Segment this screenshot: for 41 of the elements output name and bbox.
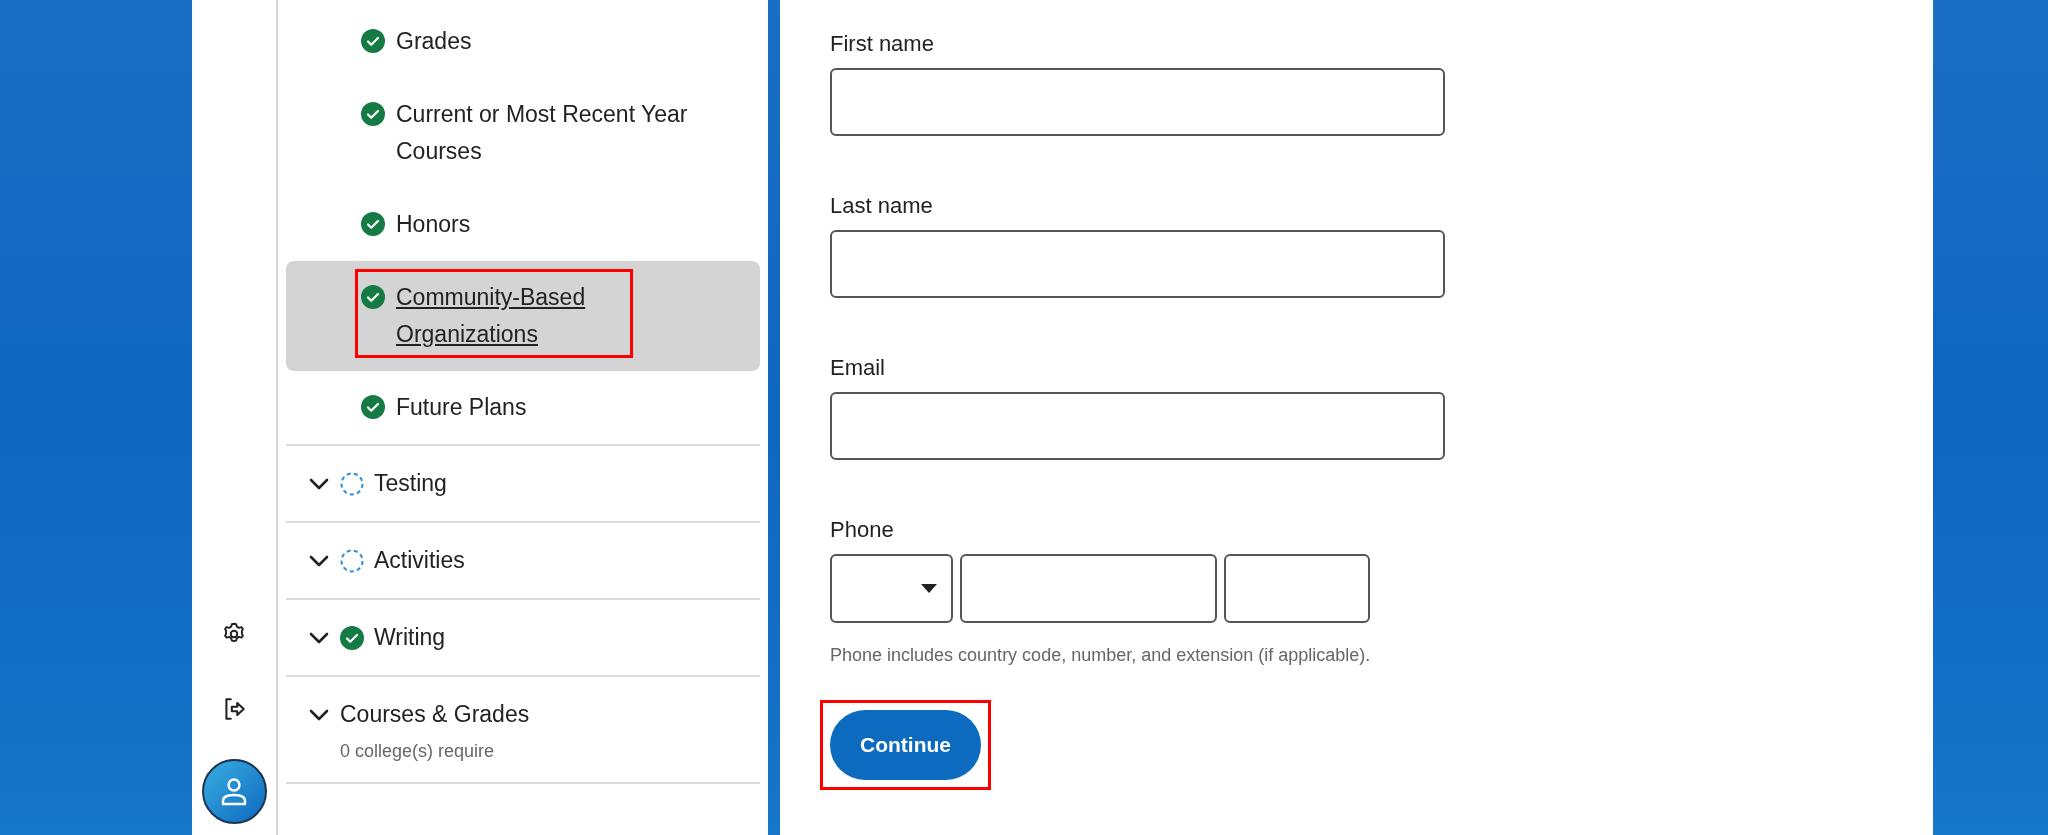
section-label[interactable]: Writing [374, 619, 446, 656]
sidebar-section[interactable]: Courses & Grades 0 college(s) require [286, 675, 760, 782]
chevron-down-icon[interactable] [308, 630, 330, 645]
check-circle-icon [340, 625, 364, 650]
subitem-label[interactable]: Grades [396, 23, 472, 60]
input-field[interactable] [830, 392, 1445, 460]
check-circle-icon [361, 29, 385, 53]
field-label: Phone [830, 516, 895, 544]
subitem-label[interactable]: Future Plans [396, 389, 527, 426]
input-field[interactable] [830, 68, 1445, 136]
chevron-down-icon[interactable] [308, 476, 330, 491]
subitem-label[interactable]: Honors [396, 206, 471, 243]
dropdown-caret-icon [921, 584, 937, 593]
chevron-down-icon[interactable] [308, 553, 330, 568]
sidebar-subitem[interactable]: Community-Based Organizations [286, 261, 760, 371]
dashed-circle-icon [340, 548, 364, 573]
field-label: Last name [830, 192, 934, 220]
field-label: Email [830, 354, 886, 382]
subitem-label[interactable]: Current or Most Recent Year Courses [396, 96, 700, 170]
dashed-circle-icon [340, 471, 364, 496]
chevron-down-icon[interactable] [308, 707, 330, 722]
check-circle-icon [361, 395, 385, 419]
check-circle-icon [361, 102, 385, 126]
user-icon [220, 776, 248, 807]
subitem-label[interactable]: Community-Based Organizations [396, 279, 700, 353]
extension-field[interactable] [1224, 554, 1370, 623]
field-label: First name [830, 30, 935, 58]
phone-number-field[interactable] [960, 554, 1217, 623]
section-note: 0 college(s) require [339, 740, 496, 763]
check-circle-icon [361, 212, 385, 236]
section-label[interactable]: Activities [374, 542, 465, 579]
check-circle-icon [361, 285, 385, 309]
sidebar-section[interactable]: Activities [286, 521, 760, 598]
phone-hint: Phone includes country code, number, and extension (if applicable). [830, 644, 1372, 667]
section-label[interactable]: Courses & Grades [340, 696, 530, 733]
sidebar-section[interactable]: Writing [286, 598, 760, 675]
section-label[interactable]: Testing [374, 465, 447, 502]
continue-button[interactable]: Continue [830, 710, 981, 780]
country-code-select[interactable] [830, 554, 953, 623]
input-field[interactable] [830, 230, 1445, 298]
sidebar-section[interactable]: Testing [286, 444, 760, 521]
